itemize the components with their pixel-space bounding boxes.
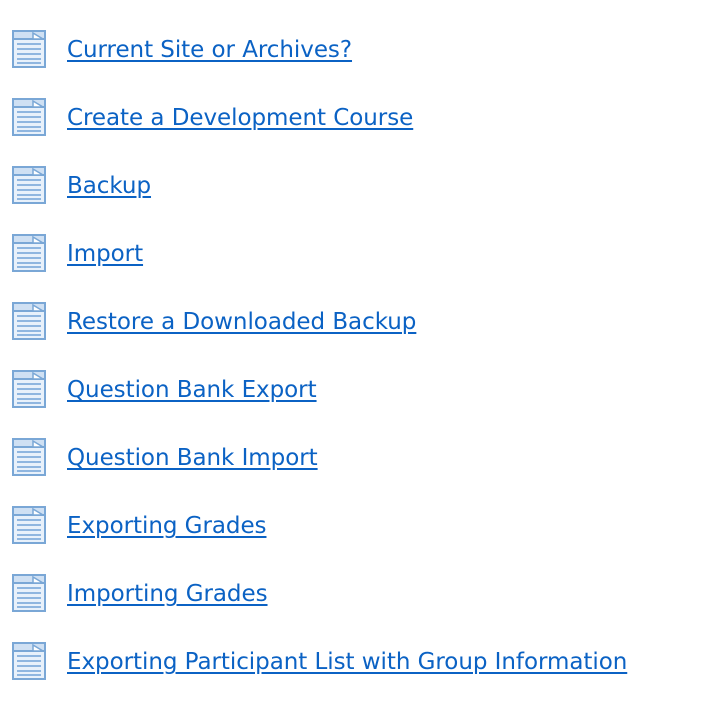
document-page-icon	[12, 30, 46, 68]
list-item-backup[interactable]: Backup	[0, 162, 718, 210]
list-item-exporting-participant-list[interactable]: Exporting Participant List with Group In…	[0, 638, 718, 686]
list-item-question-bank-export[interactable]: Question Bank Export	[0, 366, 718, 414]
link-import[interactable]: Import	[67, 240, 143, 268]
list-item-create-development-course[interactable]: Create a Development Course	[0, 94, 718, 142]
document-page-icon	[12, 302, 46, 340]
list-item-current-site-or-archives[interactable]: Current Site or Archives?	[0, 26, 718, 74]
link-exporting-grades[interactable]: Exporting Grades	[67, 512, 267, 540]
list-item-question-bank-import[interactable]: Question Bank Import	[0, 434, 718, 482]
document-page-icon	[12, 166, 46, 204]
document-page-icon	[12, 506, 46, 544]
document-page-icon	[12, 438, 46, 476]
document-page-icon	[12, 574, 46, 612]
document-page-icon	[12, 642, 46, 680]
link-importing-grades[interactable]: Importing Grades	[67, 580, 268, 608]
document-page-icon	[12, 234, 46, 272]
link-current-site-or-archives[interactable]: Current Site or Archives?	[67, 36, 352, 64]
link-create-development-course[interactable]: Create a Development Course	[67, 104, 413, 132]
list-item-exporting-grades[interactable]: Exporting Grades	[0, 502, 718, 550]
list-item-restore-downloaded-backup[interactable]: Restore a Downloaded Backup	[0, 298, 718, 346]
link-exporting-participant-list[interactable]: Exporting Participant List with Group In…	[67, 648, 627, 676]
document-page-icon	[12, 98, 46, 136]
list-item-importing-grades[interactable]: Importing Grades	[0, 570, 718, 618]
link-backup[interactable]: Backup	[67, 172, 151, 200]
document-page-icon	[12, 370, 46, 408]
list-item-import[interactable]: Import	[0, 230, 718, 278]
link-question-bank-export[interactable]: Question Bank Export	[67, 376, 317, 404]
link-question-bank-import[interactable]: Question Bank Import	[67, 444, 318, 472]
link-restore-downloaded-backup[interactable]: Restore a Downloaded Backup	[67, 308, 416, 336]
